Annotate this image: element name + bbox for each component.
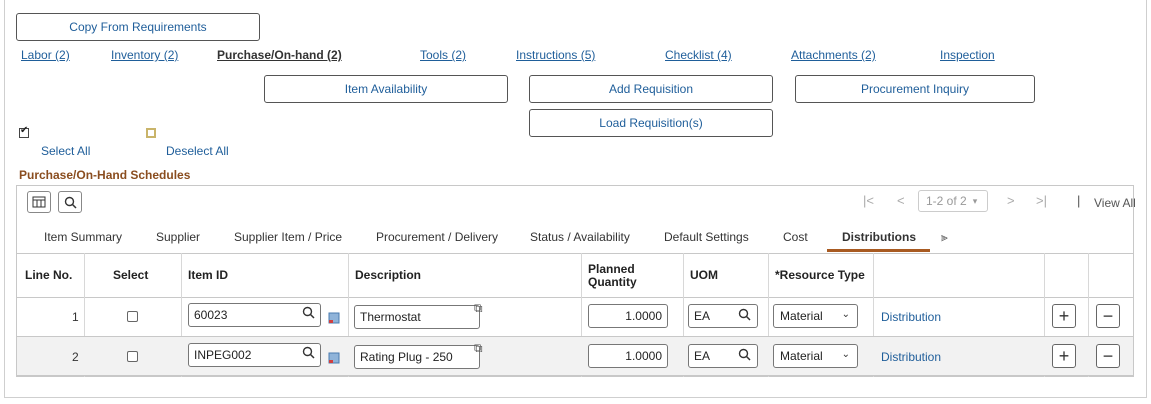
col-planned-quantity-line2: Quantity xyxy=(588,274,637,289)
tab-labor[interactable]: Labor (2) xyxy=(21,48,70,62)
tab-checklist[interactable]: Checklist (4) xyxy=(665,48,732,62)
show-all-columns-icon[interactable]: ⫸ xyxy=(941,230,948,245)
tab-status-availability[interactable]: Status / Availability xyxy=(530,230,630,244)
resource-type-select[interactable]: Material ⌄ xyxy=(773,344,858,368)
chevron-down-icon: ⌄ xyxy=(841,309,850,320)
tab-supplier-item-price[interactable]: Supplier Item / Price xyxy=(234,230,342,244)
item-id-value: INPEG002 xyxy=(194,348,252,362)
deselect-all-icon[interactable] xyxy=(146,128,156,138)
item-availability-button[interactable]: Item Availability xyxy=(264,75,508,103)
col-planned-quantity-line1: Planned xyxy=(588,261,635,276)
load-requisitions-button[interactable]: Load Requisition(s) xyxy=(529,109,773,137)
col-planned-quantity: Planned Quantity xyxy=(588,253,637,298)
description-value: Rating Plug - 250 xyxy=(360,350,453,364)
delete-row-button[interactable]: − xyxy=(1096,344,1120,368)
description-input[interactable]: Thermostat xyxy=(354,305,480,329)
plus-icon: + xyxy=(1058,345,1070,366)
table-row xyxy=(17,298,1133,337)
uom-value: EA xyxy=(694,349,711,363)
col-select: Select xyxy=(113,268,149,282)
tab-distributions[interactable]: Distributions xyxy=(842,230,916,244)
plus-icon: + xyxy=(1058,305,1070,326)
grid-header-row xyxy=(17,253,1133,298)
expand-text-icon[interactable]: ⧉ xyxy=(474,301,483,316)
item-id-lookup-icon[interactable] xyxy=(302,306,315,322)
item-detail-icon[interactable] xyxy=(328,312,340,324)
tab-procurement-delivery[interactable]: Procurement / Delivery xyxy=(376,230,498,244)
col-line-no: Line No. xyxy=(25,268,73,282)
uom-lookup-icon[interactable] xyxy=(738,308,751,324)
table-row xyxy=(17,337,1133,376)
tab-instructions[interactable]: Instructions (5) xyxy=(516,48,595,62)
select-all-icon[interactable] xyxy=(19,125,29,138)
planned-qty-input[interactable]: 1.0000 xyxy=(588,344,668,368)
item-detail-icon[interactable] xyxy=(328,352,340,364)
tab-supplier[interactable]: Supplier xyxy=(156,230,200,244)
minus-icon: − xyxy=(1102,345,1114,366)
deselect-all-link[interactable]: Deselect All xyxy=(166,144,229,158)
grid-title: Purchase/On-Hand Schedules xyxy=(19,168,191,182)
row-line-no: 2 xyxy=(72,350,79,364)
tab-inventory[interactable]: Inventory (2) xyxy=(111,48,178,62)
add-row-button[interactable]: + xyxy=(1052,344,1076,368)
active-tab-indicator xyxy=(827,249,930,252)
row-select-checkbox[interactable] xyxy=(127,311,138,322)
col-uom: UOM xyxy=(690,268,718,282)
search-icon xyxy=(64,196,77,209)
page-range-text: 1-2 of 2 xyxy=(926,194,967,208)
copy-from-requirements-button[interactable]: Copy From Requirements xyxy=(16,13,260,41)
resource-type-value: Material xyxy=(780,309,823,323)
last-page-icon[interactable]: >| xyxy=(1036,193,1047,208)
uom-value: EA xyxy=(694,309,711,323)
tab-cost[interactable]: Cost xyxy=(783,230,808,244)
prev-page-icon[interactable]: < xyxy=(897,193,905,208)
distribution-link[interactable]: Distribution xyxy=(881,350,941,364)
expand-text-icon[interactable]: ⧉ xyxy=(474,341,483,356)
minus-icon: − xyxy=(1102,305,1114,326)
view-all-link[interactable]: View All xyxy=(1094,196,1136,210)
tab-default-settings[interactable]: Default Settings xyxy=(664,230,749,244)
tab-item-summary[interactable]: Item Summary xyxy=(44,230,122,244)
chevron-down-icon: ▾ xyxy=(972,195,978,206)
tab-attachments[interactable]: Attachments (2) xyxy=(791,48,876,62)
distribution-link[interactable]: Distribution xyxy=(881,310,941,324)
tab-purchase-onhand[interactable]: Purchase/On-hand (2) xyxy=(217,48,342,62)
item-id-value: 60023 xyxy=(194,308,228,322)
col-resource-type: *Resource Type xyxy=(775,268,865,282)
grid-search-button[interactable] xyxy=(58,191,82,213)
row-select-checkbox[interactable] xyxy=(127,351,138,362)
planned-qty-value: 1.0000 xyxy=(625,309,662,323)
add-row-button[interactable]: + xyxy=(1052,304,1076,328)
col-description: Description xyxy=(355,268,422,282)
planned-qty-input[interactable]: 1.0000 xyxy=(588,304,668,328)
select-all-link[interactable]: Select All xyxy=(41,144,90,158)
item-id-lookup-icon[interactable] xyxy=(302,346,315,362)
add-requisition-button[interactable]: Add Requisition xyxy=(529,75,773,103)
next-page-icon[interactable]: > xyxy=(1007,193,1015,208)
personalize-grid-button[interactable] xyxy=(27,191,51,213)
planned-qty-value: 1.0000 xyxy=(625,349,662,363)
pager-separator: | xyxy=(1077,193,1081,208)
first-page-icon[interactable]: |< xyxy=(863,193,874,208)
description-value: Thermostat xyxy=(360,310,421,324)
col-item-id: Item ID xyxy=(188,268,229,282)
grid-settings-icon xyxy=(32,196,46,208)
tab-tools[interactable]: Tools (2) xyxy=(420,48,466,62)
delete-row-button[interactable]: − xyxy=(1096,304,1120,328)
tab-inspection[interactable]: Inspection xyxy=(940,48,995,62)
resource-type-value: Material xyxy=(780,349,823,363)
chevron-down-icon: ⌄ xyxy=(841,349,850,360)
resource-type-select[interactable]: Material ⌄ xyxy=(773,304,858,328)
page-range-select[interactable]: 1-2 of 2 ▾ xyxy=(918,190,988,212)
procurement-inquiry-button[interactable]: Procurement Inquiry xyxy=(795,75,1035,103)
row-line-no: 1 xyxy=(72,310,79,324)
uom-lookup-icon[interactable] xyxy=(738,348,751,364)
description-input[interactable]: Rating Plug - 250 xyxy=(354,345,480,369)
